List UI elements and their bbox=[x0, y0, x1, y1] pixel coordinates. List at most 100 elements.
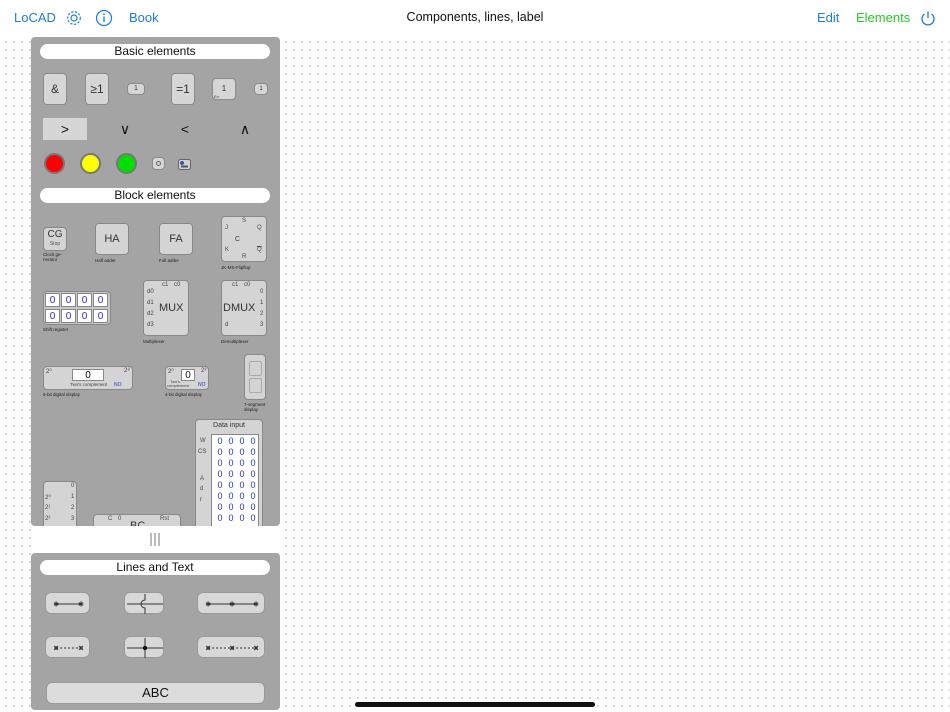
data-input-cell[interactable]: 0 bbox=[237, 491, 247, 501]
dmux-pin-d: d bbox=[225, 322, 229, 328]
panel-resize-handle[interactable] bbox=[31, 528, 280, 550]
jk-flipflop[interactable]: S J K R Q Q C bbox=[221, 216, 267, 262]
data-input-cell[interactable]: 0 bbox=[237, 469, 247, 479]
half-adder[interactable]: HA bbox=[95, 223, 129, 255]
data-input-block[interactable]: Data input W CS A d r 000000000000000000… bbox=[195, 419, 263, 526]
line-polyline-button[interactable]: ✱ ✱ ✱ bbox=[197, 592, 265, 614]
data-input-cell[interactable]: 0 bbox=[215, 502, 225, 512]
data-input-cell[interactable]: 0 bbox=[215, 458, 225, 468]
line-solid-button[interactable]: ✱ ✱ bbox=[45, 592, 90, 614]
seven-segment-display[interactable] bbox=[244, 354, 266, 400]
display-8bit-caption: 8-bit digital display bbox=[43, 392, 81, 397]
svg-text:✱: ✱ bbox=[78, 601, 84, 609]
comparator-or[interactable]: ∨ bbox=[103, 118, 147, 140]
line-dashed-icon: ✖ ✖ bbox=[53, 646, 84, 653]
decoder-block[interactable]: 2⁰ 2¹ 2² 0 1 2 3 bbox=[43, 481, 77, 526]
decoder-pin-in: 2¹ bbox=[45, 505, 51, 511]
mux-pin-d0: d0 bbox=[147, 289, 154, 295]
display-4bit[interactable]: 2⁰ 2³ 0 Two's complement NO bbox=[165, 366, 209, 390]
elements-button[interactable]: Elements bbox=[856, 10, 910, 25]
data-input-cell[interactable]: 0 bbox=[215, 513, 225, 523]
block-elements-header: Block elements bbox=[40, 188, 270, 203]
svg-text:✖: ✖ bbox=[78, 646, 84, 653]
data-input-cell[interactable]: 0 bbox=[248, 436, 258, 446]
text-label-button[interactable]: ABC bbox=[46, 682, 265, 704]
comparator-and[interactable]: ∧ bbox=[223, 118, 267, 140]
elements-panel[interactable]: Basic elements & ≥1 1 =1 1 En 1 > ∨ < ∧ … bbox=[31, 37, 280, 526]
edit-button[interactable]: Edit bbox=[817, 10, 839, 25]
data-input-cell[interactable]: 0 bbox=[215, 447, 225, 457]
data-input-grid[interactable]: 00000000000000000000000000000000 bbox=[211, 434, 259, 526]
full-adder-caption: Full adder bbox=[159, 258, 180, 263]
data-input-cell[interactable]: 0 bbox=[237, 513, 247, 523]
data-input-cell[interactable]: 0 bbox=[226, 469, 236, 479]
data-input-cell[interactable]: 0 bbox=[248, 480, 258, 490]
data-input-cell[interactable]: 0 bbox=[248, 447, 258, 457]
data-input-cell[interactable]: 0 bbox=[248, 469, 258, 479]
data-input-cell[interactable]: 0 bbox=[248, 513, 258, 523]
tristate-gate[interactable]: 1 En bbox=[212, 78, 236, 100]
data-input-pin-d: d bbox=[200, 486, 204, 492]
buffer-gate[interactable]: 1 bbox=[254, 83, 268, 95]
home-indicator bbox=[355, 702, 595, 707]
red-lamp[interactable] bbox=[44, 153, 65, 174]
comparator-greater[interactable]: > bbox=[43, 118, 87, 140]
data-input-cell[interactable]: 0 bbox=[248, 502, 258, 512]
switch-element[interactable] bbox=[152, 157, 165, 170]
data-input-cell[interactable]: 0 bbox=[226, 513, 236, 523]
demultiplexer[interactable]: c1 c0 d 0 1 2 3 DMUX bbox=[221, 280, 267, 336]
line-dashed-button[interactable]: ✖ ✖ bbox=[45, 636, 90, 658]
toggle-icon[interactable] bbox=[178, 157, 191, 170]
display4-hi-label: 2³ bbox=[201, 368, 207, 374]
clock-stop-label: Stop bbox=[49, 241, 61, 247]
display8-hi-label: 2⁸ bbox=[124, 368, 130, 374]
data-input-cell[interactable]: 0 bbox=[237, 502, 247, 512]
data-input-cell[interactable]: 0 bbox=[215, 436, 225, 446]
data-input-pin-a: A bbox=[200, 476, 205, 482]
data-input-cell[interactable]: 0 bbox=[215, 469, 225, 479]
data-input-cell[interactable]: 0 bbox=[226, 480, 236, 490]
not-gate[interactable]: 1 bbox=[127, 83, 145, 95]
yellow-lamp[interactable] bbox=[80, 153, 101, 174]
data-input-cell[interactable]: 0 bbox=[215, 480, 225, 490]
power-icon[interactable] bbox=[919, 9, 937, 27]
data-input-cell[interactable]: 0 bbox=[226, 458, 236, 468]
data-input-cell[interactable]: 0 bbox=[226, 502, 236, 512]
bc-pin-c: C bbox=[108, 516, 113, 522]
shift-register[interactable]: 0 0 0 0 0 0 0 0 bbox=[43, 291, 111, 325]
xor-gate[interactable]: =1 bbox=[171, 73, 195, 105]
data-input-pin-cs: CS bbox=[198, 449, 207, 455]
line-junction-icon bbox=[127, 638, 163, 658]
green-lamp[interactable] bbox=[116, 153, 137, 174]
data-input-cell[interactable]: 0 bbox=[248, 491, 258, 501]
and-gate[interactable]: & bbox=[43, 73, 67, 105]
clock-generator[interactable]: CG Stop bbox=[43, 227, 67, 251]
display8-value: 0 bbox=[72, 369, 104, 381]
data-input-cell[interactable]: 0 bbox=[237, 458, 247, 468]
line-junction-button[interactable] bbox=[124, 636, 164, 658]
mux-pin-c0: c0 bbox=[174, 282, 181, 288]
mux-pin-d2: d2 bbox=[147, 311, 154, 317]
data-input-cell[interactable]: 0 bbox=[215, 491, 225, 501]
data-input-cell[interactable]: 0 bbox=[248, 458, 258, 468]
binary-counter-block[interactable]: C 0 Rst BC bbox=[93, 514, 181, 526]
mux-label: MUX bbox=[159, 302, 184, 314]
data-input-cell[interactable]: 0 bbox=[237, 480, 247, 490]
shift-cell: 0 bbox=[77, 293, 92, 307]
full-adder[interactable]: FA bbox=[159, 223, 193, 255]
data-input-cell[interactable]: 0 bbox=[226, 447, 236, 457]
line-bridge-button[interactable] bbox=[124, 592, 164, 614]
display-8bit[interactable]: 2⁰ 2⁸ 0 Two's complement NO bbox=[43, 366, 133, 390]
bc-label: BC bbox=[130, 520, 146, 526]
decoder-pin-out: 3 bbox=[71, 516, 75, 522]
data-input-cell[interactable]: 0 bbox=[237, 436, 247, 446]
multiplexer[interactable]: c1 c0 d0 d1 d2 d3 MUX bbox=[143, 280, 189, 336]
data-input-cell[interactable]: 0 bbox=[237, 447, 247, 457]
mux-pin-d1: d1 bbox=[147, 300, 154, 306]
data-input-cell[interactable]: 0 bbox=[226, 491, 236, 501]
data-input-cell[interactable]: 0 bbox=[226, 436, 236, 446]
or-gate[interactable]: ≥1 bbox=[85, 73, 109, 105]
top-bar: LoCAD Book Components, lines, label Edit… bbox=[0, 0, 950, 36]
comparator-less[interactable]: < bbox=[163, 118, 207, 140]
line-dashed-polyline-button[interactable]: ✖ ✖ ✖ bbox=[197, 636, 265, 658]
